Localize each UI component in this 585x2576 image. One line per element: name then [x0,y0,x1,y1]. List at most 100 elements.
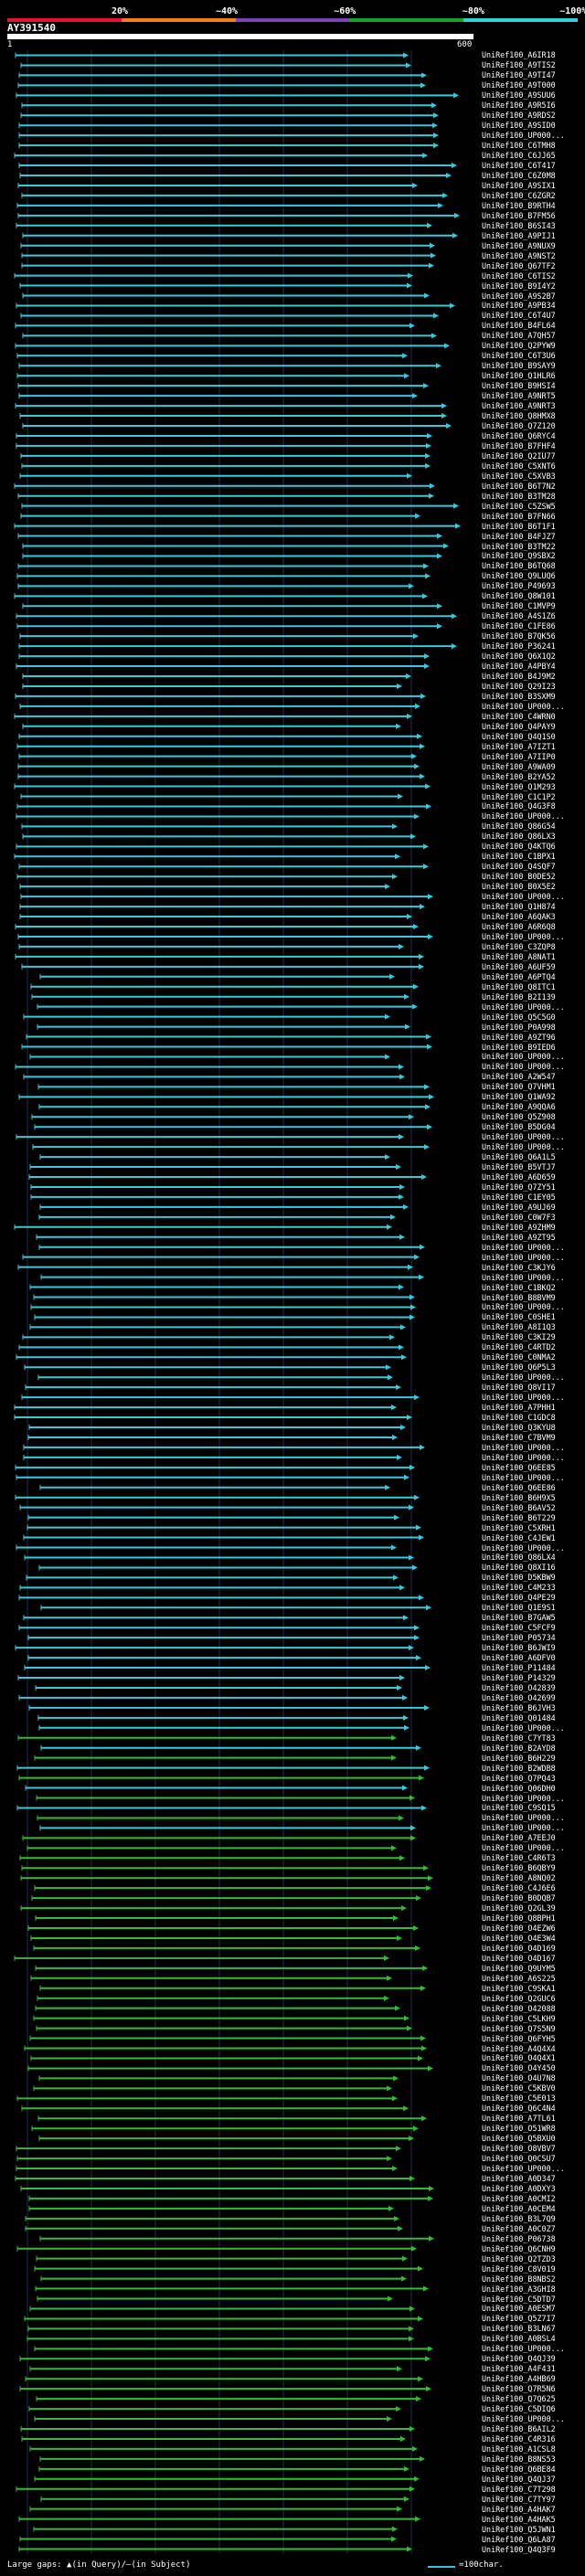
hit-label[interactable]: UniRef100_UP000... [482,702,565,711]
hit-label[interactable]: UniRef100_Q8XI16 [482,1563,556,1572]
hit-label[interactable]: UniRef100_P14329 [482,1673,556,1682]
hit-label[interactable]: UniRef100_UP000... [482,1393,565,1402]
hit-label[interactable]: UniRef100_C4R6T3 [482,1853,556,1862]
hit-label[interactable]: UniRef100_B3LN67 [482,2324,556,2333]
hit-label[interactable]: UniRef100_B6T7N2 [482,482,556,491]
hit-label[interactable]: UniRef100_A9NRT3 [482,401,556,410]
hit-label[interactable]: UniRef100_Q6C4N4 [482,2104,556,2113]
hit-label[interactable]: UniRef100_O4Y450 [482,2063,556,2072]
hit-label[interactable]: UniRef100_B9HSI4 [482,381,556,390]
hit-label[interactable]: UniRef100_Q2TZD3 [482,2254,556,2263]
hit-label[interactable]: UniRef100_B7FM56 [482,211,556,220]
hit-label[interactable]: UniRef100_Q1WA92 [482,1092,556,1101]
hit-label[interactable]: UniRef100_Q2PYW9 [482,341,556,350]
hit-label[interactable]: UniRef100_Q4PE29 [482,1593,556,1602]
hit-label[interactable]: UniRef100_A7EEJ0 [482,1833,556,1842]
hit-label[interactable]: UniRef100_A0ESM7 [482,2304,556,2313]
hit-label[interactable]: UniRef100_O51WR8 [482,2124,556,2133]
hit-label[interactable]: UniRef100_P06738 [482,2234,556,2243]
hit-label[interactable]: UniRef100_A6R6Q8 [482,922,556,931]
hit-label[interactable]: UniRef100_Q6EE86 [482,1483,556,1492]
hit-label[interactable]: UniRef100_Q5Z908 [482,1112,556,1121]
hit-label[interactable]: UniRef100_Q06DH0 [482,1784,556,1793]
hit-label[interactable]: UniRef100_C3KI29 [482,1332,556,1341]
hit-label[interactable]: UniRef100_Q86G54 [482,822,556,831]
hit-label[interactable]: UniRef100_A9TI47 [482,70,556,80]
hit-label[interactable]: UniRef100_B9RTH4 [482,201,556,210]
hit-label[interactable]: UniRef100_B3SXM9 [482,692,556,701]
hit-label[interactable]: UniRef100_Q3KYU8 [482,1423,556,1432]
hit-label[interactable]: UniRef100_Q5Z7I7 [482,2314,556,2323]
hit-label[interactable]: UniRef100_B6SI43 [482,221,556,230]
hit-label[interactable]: UniRef100_A9S2B7 [482,292,556,301]
hit-label[interactable]: UniRef100_B2AYD8 [482,1744,556,1753]
hit-label[interactable]: UniRef100_B2YA52 [482,772,556,781]
hit-label[interactable]: UniRef100_UP000... [482,811,565,821]
hit-label[interactable]: UniRef100_A6DFV0 [482,1653,556,1662]
hit-label[interactable]: UniRef100_A0C0Z7 [482,2224,556,2233]
hit-label[interactable]: UniRef100_Q4QJ39 [482,2354,556,2363]
hit-label[interactable]: UniRef100_Q2GL39 [482,1903,556,1913]
hit-label[interactable]: UniRef100_UP000... [482,1543,565,1553]
hit-label[interactable]: UniRef100_O42088 [482,2004,556,2013]
hit-label[interactable]: UniRef100_C5XVB3 [482,472,556,481]
hit-label[interactable]: UniRef100_A7QH57 [482,331,556,340]
hit-label[interactable]: UniRef100_A4HB69 [482,2374,556,2383]
hit-label[interactable]: UniRef100_P05734 [482,1633,556,1642]
hit-label[interactable]: UniRef100_O4U7N8 [482,2073,556,2083]
hit-label[interactable]: UniRef100_B9SAY9 [482,361,556,370]
hit-label[interactable]: UniRef100_O4EZW6 [482,1924,556,1933]
hit-label[interactable]: UniRef100_C6T4U7 [482,311,556,320]
hit-label[interactable]: UniRef100_Q8W101 [482,591,556,600]
hit-label[interactable]: UniRef100_Q6BE84 [482,2465,556,2474]
hit-label[interactable]: UniRef100_C3ZQP8 [482,942,556,951]
hit-label[interactable]: UniRef100_P11484 [482,1663,556,1672]
hit-label[interactable]: UniRef100_Q6FYH5 [482,2034,556,2043]
hit-label[interactable]: UniRef100_A9SID0 [482,121,556,130]
hit-label[interactable]: UniRef100_Q1M293 [482,782,556,791]
hit-label[interactable]: UniRef100_C6Z0M8 [482,171,556,180]
hit-label[interactable]: UniRef100_C4M233 [482,1583,556,1592]
hit-label[interactable]: UniRef100_O4D167 [482,1954,556,1963]
hit-label[interactable]: UniRef100_A9ZHM9 [482,1223,556,1232]
hit-label[interactable]: UniRef100_A8I1Q3 [482,1322,556,1331]
hit-label[interactable]: UniRef100_C6T3U6 [482,351,556,360]
hit-label[interactable]: UniRef100_C7YT83 [482,1733,556,1743]
hit-label[interactable]: UniRef100_B6JWI9 [482,1643,556,1652]
hit-label[interactable]: UniRef100_Q1HLR6 [482,371,556,380]
hit-label[interactable]: UniRef100_Q6CNH9 [482,2244,556,2253]
hit-label[interactable]: UniRef100_A9NUX9 [482,241,556,250]
hit-label[interactable]: UniRef100_Q4PAY9 [482,722,556,731]
hit-label[interactable]: UniRef100_C1BPX1 [482,852,556,861]
hit-label[interactable]: UniRef100_C1MVP9 [482,601,556,610]
hit-label[interactable]: UniRef100_B3TM28 [482,492,556,501]
hit-label[interactable]: UniRef100_B7QK56 [482,631,556,641]
hit-label[interactable]: UniRef100_B0DE52 [482,872,556,881]
hit-label[interactable]: UniRef100_C5DIQ6 [482,2404,556,2413]
hit-label[interactable]: UniRef100_A7PHH1 [482,1403,556,1412]
hit-label[interactable]: UniRef100_B6TQ68 [482,561,556,570]
hit-label[interactable]: UniRef100_A6QAK3 [482,912,556,921]
hit-label[interactable]: UniRef100_Q67TF2 [482,261,556,270]
hit-label[interactable]: UniRef100_UP000... [482,1132,565,1141]
hit-label[interactable]: UniRef100_Q7S5N9 [482,2024,556,2033]
hit-label[interactable]: UniRef100_UP000... [482,2164,565,2173]
hit-label[interactable]: UniRef100_B0DQB7 [482,1893,556,1903]
hit-label[interactable]: UniRef100_Q01484 [482,1713,556,1723]
hit-label[interactable]: UniRef100_Q86LX3 [482,832,556,841]
hit-label[interactable]: UniRef100_C4R316 [482,2434,556,2443]
hit-label[interactable]: UniRef100_A6S225 [482,1974,556,1983]
hit-label[interactable]: UniRef100_B6QBY9 [482,1863,556,1872]
hit-label[interactable]: UniRef100_A6IR18 [482,50,556,59]
hit-label[interactable]: UniRef100_A4HAK7 [482,2505,556,2514]
hit-label[interactable]: UniRef100_C0SHE1 [482,1312,556,1321]
hit-label[interactable]: UniRef100_B6T1F1 [482,522,556,531]
hit-label[interactable]: UniRef100_C7TY97 [482,2495,556,2504]
hit-label[interactable]: UniRef100_Q7ZY51 [482,1182,556,1192]
hit-label[interactable]: UniRef100_UP000... [482,2344,565,2353]
hit-label[interactable]: UniRef100_A9NRT5 [482,391,556,400]
hit-label[interactable]: UniRef100_UP000... [482,1062,565,1071]
hit-label[interactable]: UniRef100_O42839 [482,1683,556,1692]
hit-label[interactable]: UniRef100_Q86LX4 [482,1553,556,1562]
hit-label[interactable]: UniRef100_Q6X1Q2 [482,652,556,661]
